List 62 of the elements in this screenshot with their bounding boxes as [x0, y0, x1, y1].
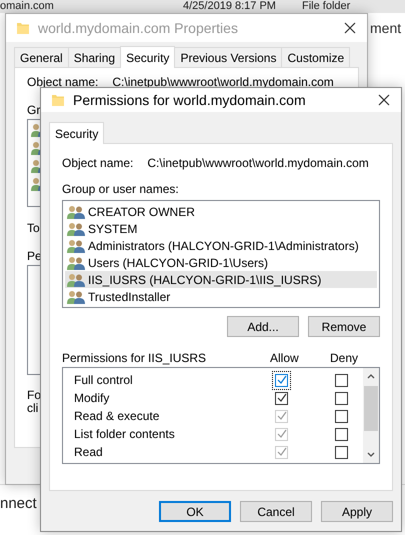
permission-name: Full control [74, 373, 134, 387]
users-icon [67, 290, 85, 304]
users-icon [67, 238, 85, 252]
user-name: IIS_IUSRS (HALCYON-GRID-1\IIS_IUSRS) [88, 272, 322, 286]
checkbox[interactable] [335, 392, 348, 404]
object-label: Object name: [27, 75, 98, 89]
user-name: Administrators (HALCYON-GRID-1\Administrators) [88, 238, 359, 252]
column-header: Deny [330, 351, 360, 365]
file-date: 4/25/2019 8:17 PM [183, 0, 277, 13]
user-item[interactable]: CREATOR OWNER [65, 203, 377, 220]
user-name: Users (HALCYON-GRID-1\Users) [88, 256, 268, 270]
permission-name: Modify [74, 391, 110, 405]
folder-icon [51, 93, 65, 107]
file-name: omain.com [0, 0, 55, 13]
user-item[interactable]: TrustedInstaller [65, 288, 377, 305]
user-name: SYSTEM [88, 222, 138, 236]
scrollbar[interactable] [363, 368, 379, 463]
permission-name: Read [74, 445, 104, 459]
dialog-button[interactable]: OK [159, 501, 231, 522]
user-item[interactable]: Administrators (HALCYON-GRID-1\Administrators) [65, 237, 377, 254]
object-path: C:\inetpub\wwwroot\world.mydomain.com [147, 156, 369, 170]
user-item[interactable]: SYSTEM [65, 220, 377, 237]
tab[interactable]: Security [49, 122, 104, 144]
user-item[interactable]: IIS_IUSRS (HALCYON-GRID-1\IIS_IUSRS) [65, 271, 377, 288]
folder-icon [16, 21, 30, 35]
tab[interactable]: Customize [281, 47, 350, 67]
permissions-label: Permissions for IIS_IUSRS [62, 351, 208, 365]
tab[interactable]: Sharing [68, 47, 122, 67]
dialog-button[interactable]: Cancel [240, 501, 312, 522]
checkbox[interactable] [275, 392, 288, 404]
object-label: Object name: [62, 156, 134, 170]
users-icon [67, 256, 85, 270]
users-icon [67, 204, 85, 218]
tab[interactable]: Security [120, 46, 176, 68]
permission-name: List folder contents [74, 427, 176, 441]
item-text: nnect [0, 495, 37, 512]
permission-name: Read & execute [74, 409, 160, 423]
action-button[interactable]: Add... [227, 316, 299, 337]
window-title: world.mydomain.com Properties [38, 20, 239, 36]
checkbox[interactable] [335, 374, 348, 386]
user-name: CREATOR OWNER [88, 204, 195, 218]
checkbox[interactable] [335, 446, 348, 458]
column-text: ment [370, 20, 402, 36]
object-path: C:\inetpub\wwwroot\world.mydomain.com [112, 75, 334, 89]
user-name: TrustedInstaller [88, 290, 170, 304]
user-item[interactable]: Users (HALCYON-GRID-1\Users) [65, 254, 377, 271]
group-label: Group or user names: [62, 182, 179, 196]
action-button[interactable]: Remove [308, 316, 380, 337]
dialog-button[interactable]: Apply [321, 501, 393, 522]
column-header: Allow [270, 351, 300, 365]
close-icon[interactable] [343, 21, 357, 35]
checkbox[interactable] [335, 428, 348, 440]
users-icon [67, 222, 85, 236]
dialog-title: Permissions for world.mydomain.com [73, 92, 307, 108]
checkbox[interactable] [335, 410, 348, 422]
tab[interactable]: General [14, 47, 69, 67]
close-icon[interactable] [377, 93, 391, 107]
scroll-thumb[interactable] [364, 386, 378, 431]
users-icon [67, 272, 85, 286]
section-label: To [27, 221, 40, 235]
section-label: Gr [27, 103, 40, 117]
file-type: File folder [302, 0, 350, 13]
